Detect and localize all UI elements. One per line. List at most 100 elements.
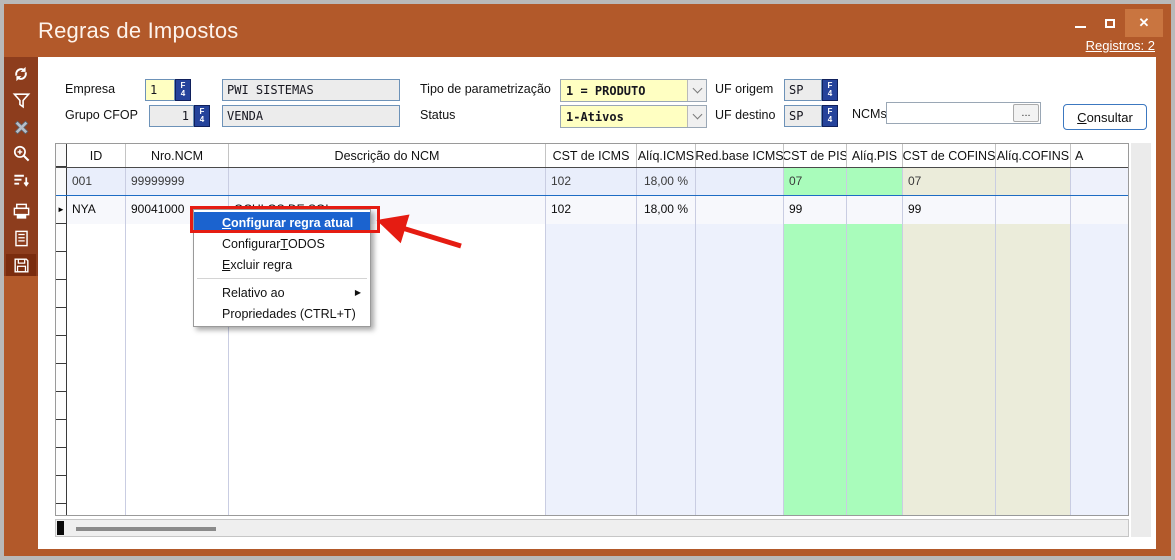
uf-origem-input[interactable]: SP	[784, 79, 822, 101]
cell-id[interactable]: NYA	[67, 196, 126, 224]
cell-cst_pis[interactable]: 07	[784, 168, 847, 196]
filter-button[interactable]	[6, 90, 36, 112]
column-header-a_partial[interactable]: A	[1071, 144, 1129, 167]
cell-aliq_cofins[interactable]	[996, 168, 1071, 196]
empresa-code-input[interactable]: 1	[145, 79, 175, 101]
cell-red_base[interactable]	[696, 168, 784, 196]
tipo-select[interactable]: 1 = PRODUTO	[560, 79, 707, 102]
column-header-cst_icms[interactable]: CST de ICMS	[546, 144, 637, 167]
cell-red_base[interactable]	[696, 196, 784, 224]
sort-icon	[12, 171, 31, 190]
report-button[interactable]	[6, 228, 36, 250]
table-row[interactable]: 00199999999 10218,00 % 07 07	[56, 168, 1128, 196]
tax-rules-grid: IDNro.NCMDescrição do NCMCST de ICMSAlíq…	[55, 143, 1129, 516]
zoom-button[interactable]	[6, 143, 36, 165]
sort-button[interactable]	[6, 169, 36, 191]
cell-aliq_cofins[interactable]	[996, 196, 1071, 224]
column-header-nro_ncm[interactable]: Nro.NCM	[126, 144, 229, 167]
column-header-cst_pis[interactable]: CST de PIS	[784, 144, 847, 167]
cancel-icon	[12, 118, 31, 137]
refresh-icon	[11, 64, 31, 84]
column-header-red_base[interactable]: Red.base ICMS	[696, 144, 784, 167]
grid-header-row: IDNro.NCMDescrição do NCMCST de ICMSAlíq…	[56, 144, 1128, 168]
menu-item-relativo-ao[interactable]: Relativo ao▶	[194, 282, 370, 303]
uf-origem-f4-button[interactable]: F4	[822, 79, 838, 101]
current-row-marker: ►	[56, 196, 67, 224]
report-icon	[12, 229, 31, 248]
f4-label-bottom: 4	[828, 90, 832, 98]
cell-aliq_icms[interactable]: 18,00 %	[637, 168, 696, 196]
zoom-icon	[12, 144, 31, 163]
chevron-down-icon	[692, 84, 702, 94]
ncms-input[interactable]: ...	[886, 102, 1041, 124]
cell-cst_cofins[interactable]: 99	[903, 196, 996, 224]
annotation-box	[190, 206, 380, 233]
minimize-icon	[1075, 26, 1086, 28]
ncms-browse-button[interactable]: ...	[1013, 104, 1039, 122]
chevron-down-icon	[692, 110, 702, 120]
empresa-label: Empresa	[65, 82, 115, 96]
cell-aliq_pis[interactable]	[847, 196, 903, 224]
menu-item-configurar-todos[interactable]: Configurar TODOS	[194, 233, 370, 254]
screenshot-root: Regras de Impostos ✕ Registros: 2	[0, 0, 1175, 560]
status-dropdown-button[interactable]	[687, 106, 706, 127]
column-header-aliq_cofins[interactable]: Alíq.COFINS	[996, 144, 1071, 167]
cell-nro_ncm[interactable]: 99999999	[126, 168, 229, 196]
column-header-cst_cofins[interactable]: CST de COFINS	[903, 144, 996, 167]
minimize-button[interactable]	[1065, 10, 1095, 36]
close-icon: ✕	[1139, 15, 1150, 31]
grid-gutter-header	[56, 144, 67, 167]
cancel-button[interactable]	[6, 116, 36, 138]
scrollbar-anchor	[57, 521, 64, 535]
empty-column-a_partial	[1071, 224, 1129, 515]
cell-cst_cofins[interactable]: 07	[903, 168, 996, 196]
grupo-f4-button[interactable]: F4	[194, 105, 210, 127]
menu-item-propriedades-ctrl-t[interactable]: Propriedades (CTRL+T)	[194, 303, 370, 324]
uf-destino-f4-button[interactable]: F4	[822, 105, 838, 127]
vertical-scrollbar[interactable]	[1131, 143, 1151, 537]
row-gutter-track	[56, 224, 67, 515]
uf-destino-input[interactable]: SP	[784, 105, 822, 127]
cell-a_partial[interactable]	[1071, 168, 1129, 196]
empresa-f4-button[interactable]: F4	[175, 79, 191, 101]
column-header-aliq_pis[interactable]: Alíq.PIS	[847, 144, 903, 167]
refresh-button[interactable]	[6, 63, 36, 85]
column-header-aliq_icms[interactable]: Alíq.ICMS	[637, 144, 696, 167]
menu-separator	[197, 278, 367, 279]
sidebar-toolbar	[4, 57, 38, 276]
column-header-id[interactable]: ID	[67, 144, 126, 167]
close-button[interactable]: ✕	[1125, 9, 1163, 37]
grupo-cfop-code-input[interactable]: 1	[149, 105, 194, 127]
app-window: Regras de Impostos ✕ Registros: 2	[4, 4, 1171, 556]
empresa-name-field: PWI SISTEMAS	[222, 79, 400, 101]
f4-label-bottom: 4	[181, 90, 185, 98]
ncms-label: NCMs	[852, 107, 887, 121]
cell-id[interactable]: 001	[67, 168, 126, 196]
menu-item-excluir-regra[interactable]: Excluir regra	[194, 254, 370, 275]
print-button[interactable]	[6, 201, 36, 223]
cell-descricao[interactable]	[229, 168, 546, 196]
cell-cst_icms[interactable]: 102	[546, 196, 637, 224]
cell-cst_icms[interactable]: 102	[546, 168, 637, 196]
consultar-button[interactable]: Consultar	[1063, 104, 1147, 130]
scrollbar-thumb[interactable]	[76, 527, 216, 531]
f4-label-bottom: 4	[200, 116, 204, 124]
tipo-dropdown-button[interactable]	[687, 80, 706, 101]
save-button[interactable]	[6, 254, 36, 276]
empty-column-aliq_cofins	[996, 224, 1071, 515]
filter-icon	[12, 91, 31, 110]
column-header-descricao[interactable]: Descrição do NCM	[229, 144, 546, 167]
empty-column-cst_cofins	[903, 224, 996, 515]
row-gutter	[56, 168, 67, 196]
grupo-cfop-label: Grupo CFOP	[65, 108, 138, 122]
cell-aliq_icms[interactable]: 18,00 %	[637, 196, 696, 224]
print-icon	[12, 202, 31, 221]
cell-a_partial[interactable]	[1071, 196, 1129, 224]
cell-aliq_pis[interactable]	[847, 168, 903, 196]
horizontal-scrollbar[interactable]	[55, 519, 1129, 537]
status-select[interactable]: 1-Ativos	[560, 105, 707, 128]
empty-column-red_base	[696, 224, 784, 515]
registros-link[interactable]: Registros: 2	[1086, 38, 1155, 53]
maximize-button[interactable]	[1095, 10, 1125, 36]
cell-cst_pis[interactable]: 99	[784, 196, 847, 224]
